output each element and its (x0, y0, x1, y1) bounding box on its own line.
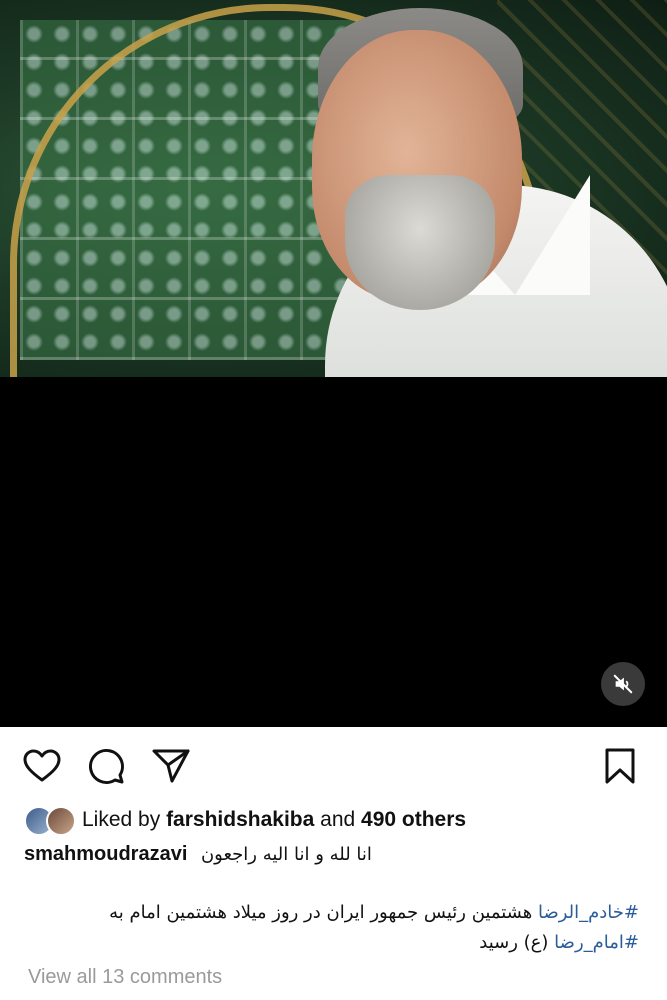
caption-first-line: انا لله و انا الیه راجعون (200, 844, 372, 865)
like-button[interactable] (22, 746, 62, 786)
likes-connector: and (320, 808, 356, 831)
likes-summary: Liked by farshidshakiba and 490 others (24, 805, 466, 836)
liker-avatars (24, 806, 76, 836)
caption-body: #خادم_الرضا هشتمین رئیس جمهور ایران در ر… (24, 898, 639, 958)
caption-text: (ع) رسید (479, 932, 555, 953)
liked-by-label: Liked by (82, 808, 161, 831)
avatar[interactable] (46, 806, 76, 836)
bookmark-icon (605, 748, 635, 784)
liker-username[interactable]: farshidshakiba (166, 808, 314, 831)
comment-button[interactable] (86, 746, 126, 786)
likes-others-count[interactable]: 490 others (361, 808, 466, 831)
post-video[interactable] (0, 0, 667, 727)
caption-author[interactable]: smahmoudrazavi (24, 843, 187, 865)
hashtag-link[interactable]: #امام_رضا (554, 932, 639, 953)
heart-icon (23, 749, 61, 782)
share-button[interactable] (151, 746, 191, 786)
post-action-bar (0, 740, 667, 792)
view-comments-link[interactable]: View all 13 comments (28, 966, 222, 989)
save-button[interactable] (600, 746, 640, 786)
caption-header: smahmoudrazavi انا لله و انا الیه راجعون (24, 843, 372, 866)
speech-bubble-icon (89, 749, 124, 784)
caption-text: هشتمین رئیس جمهور ایران در روز میلاد هشت… (109, 902, 538, 923)
speaker-muted-icon (613, 674, 633, 694)
video-frame (0, 0, 667, 377)
hashtag-link[interactable]: #خادم_الرضا (538, 902, 639, 923)
mute-toggle-button[interactable] (601, 662, 645, 706)
paper-plane-icon (152, 749, 190, 783)
